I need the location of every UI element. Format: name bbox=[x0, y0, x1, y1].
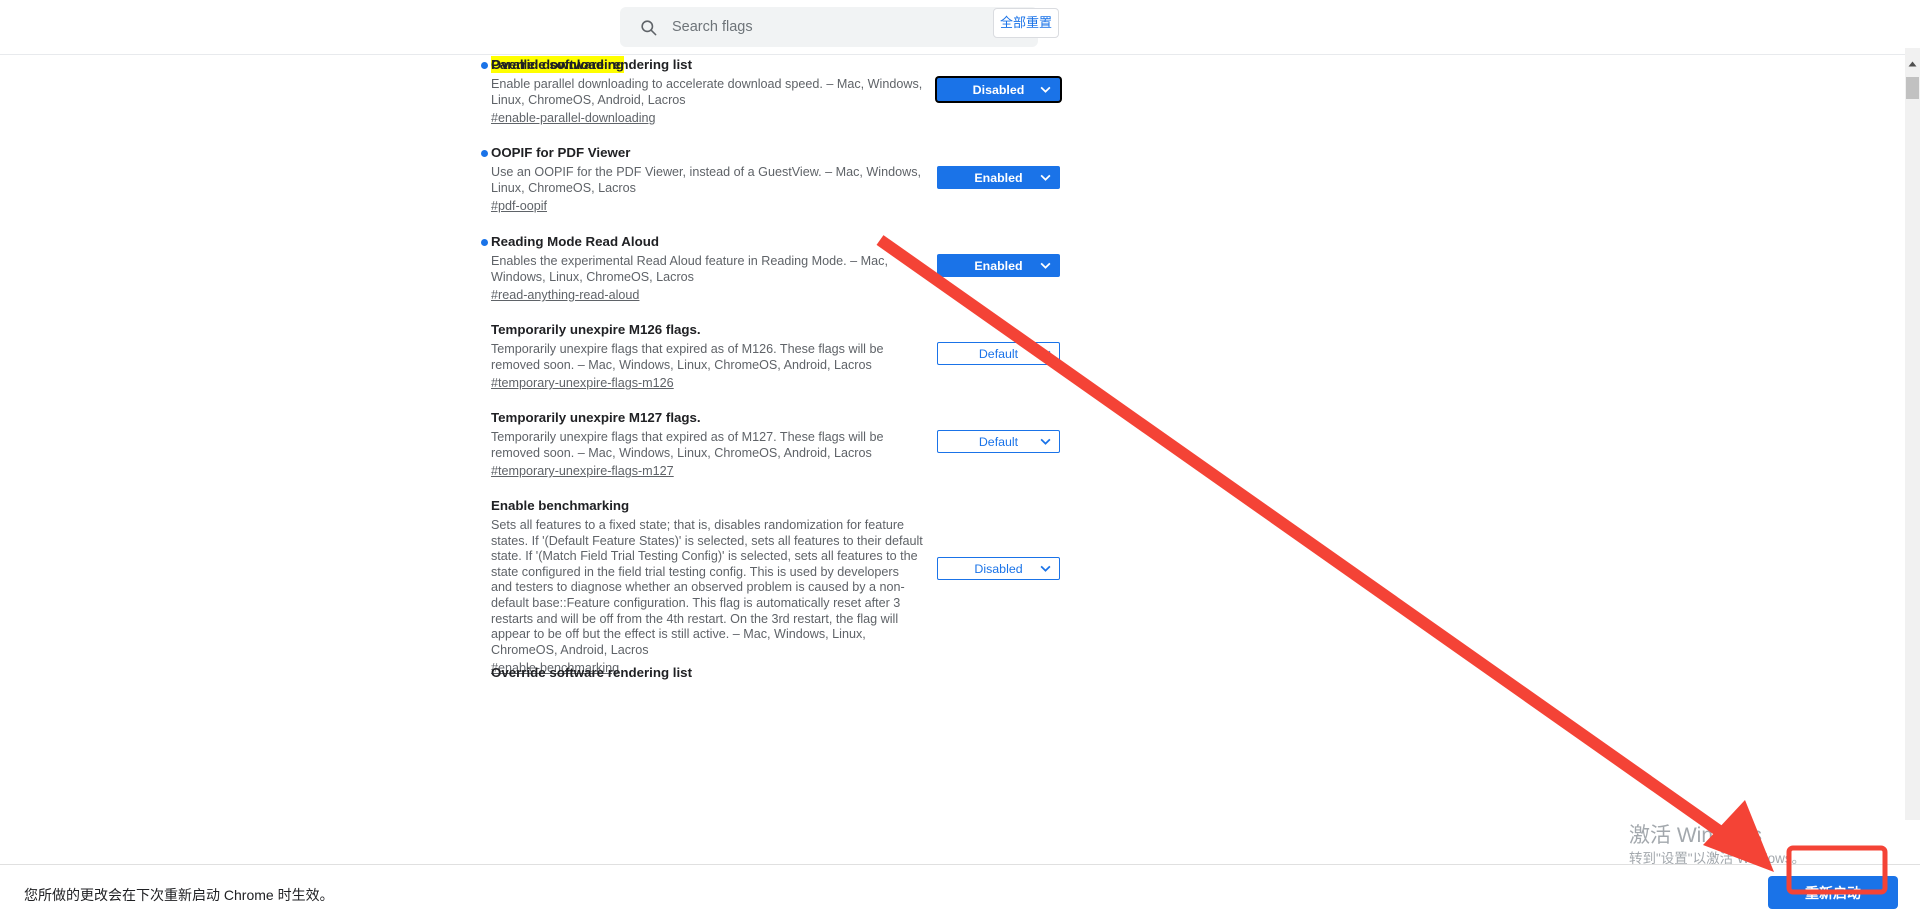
chrome-flags-page: 全部重置 Parallel downloadingEnable parallel… bbox=[0, 0, 1920, 919]
flag-title: Override software rendering list bbox=[491, 57, 692, 72]
flag-state-select[interactable]: DefaultEnabledDisabled bbox=[937, 430, 1060, 453]
flag-state-select[interactable]: DefaultEnabledDisabled bbox=[937, 557, 1060, 580]
flag-description: Enable parallel downloading to accelerat… bbox=[491, 77, 923, 107]
flag-title: Enable benchmarking bbox=[491, 498, 630, 513]
flag-status-dot-icon bbox=[481, 239, 488, 246]
flag-text-block: Temporarily unexpire M126 flags. Temporar… bbox=[491, 321, 923, 392]
flag-state-select[interactable]: DefaultEnabledDisabled bbox=[937, 166, 1060, 189]
reset-all-button[interactable]: 全部重置 bbox=[993, 8, 1059, 38]
scrollbar-thumb[interactable] bbox=[1906, 77, 1919, 99]
flag-permalink[interactable]: #temporary-unexpire-flags-m127 bbox=[491, 463, 674, 479]
flag-text-block: Temporarily unexpire M127 flags. Temporar… bbox=[491, 409, 923, 480]
flag-description: Sets all features to a fixed state; that… bbox=[491, 518, 923, 657]
flag-text-block: Reading Mode Read Aloud Enables the exper… bbox=[481, 233, 923, 304]
flag-text-block: Override software rendering list bbox=[491, 664, 923, 682]
flag-title: OOPIF for PDF Viewer bbox=[491, 145, 631, 160]
flag-permalink[interactable]: #read-anything-read-aloud bbox=[491, 287, 639, 303]
flag-title: Override software rendering list bbox=[491, 665, 692, 680]
scroll-up-arrow-icon[interactable] bbox=[1905, 56, 1920, 71]
flag-state-select[interactable]: DefaultEnabledDisabled bbox=[937, 342, 1060, 365]
flag-title: Temporarily unexpire M127 flags. bbox=[491, 410, 701, 425]
flag-text-block: Enable benchmarking Sets all features to … bbox=[491, 497, 923, 677]
flag-permalink[interactable]: #pdf-oopif bbox=[491, 198, 547, 214]
search-icon bbox=[638, 17, 658, 37]
restart-button[interactable]: 重新启动 bbox=[1768, 876, 1898, 909]
flag-title: Reading Mode Read Aloud bbox=[491, 234, 659, 249]
flag-permalink[interactable]: #temporary-unexpire-flags-m126 bbox=[491, 375, 674, 391]
flag-status-dot-icon bbox=[481, 62, 488, 69]
flag-text-block: OOPIF for PDF Viewer Use an OOPIF for the… bbox=[481, 144, 923, 215]
flag-title: Temporarily unexpire M126 flags. bbox=[491, 322, 701, 337]
flag-description: Temporarily unexpire flags that expired … bbox=[491, 430, 884, 460]
flag-text-block: Override software rendering list bbox=[491, 56, 923, 74]
search-input[interactable] bbox=[672, 15, 1012, 39]
restart-note: 您所做的更改会在下次重新启动 Chrome 时生效。 bbox=[24, 887, 334, 903]
flag-state-select[interactable]: DefaultEnabledDisabled bbox=[937, 254, 1060, 277]
search-field-wrapper[interactable] bbox=[620, 7, 1038, 47]
restart-bar: 您所做的更改会在下次重新启动 Chrome 时生效。 重新启动 bbox=[0, 864, 1920, 919]
flag-description: Enables the experimental Read Aloud feat… bbox=[491, 254, 888, 284]
vertical-scrollbar[interactable] bbox=[1905, 48, 1920, 820]
flags-list: Parallel downloading Enable parallel down… bbox=[0, 56, 1905, 864]
flag-description: Use an OOPIF for the PDF Viewer, instead… bbox=[491, 165, 922, 195]
flags-toolbar: 全部重置 bbox=[0, 0, 1905, 55]
flag-permalink[interactable]: #enable-parallel-downloading bbox=[491, 110, 656, 126]
flag-status-dot-icon bbox=[481, 150, 488, 157]
flag-description: Temporarily unexpire flags that expired … bbox=[491, 342, 884, 372]
flag-state-select[interactable]: DefaultEnabledDisabled bbox=[937, 78, 1060, 101]
